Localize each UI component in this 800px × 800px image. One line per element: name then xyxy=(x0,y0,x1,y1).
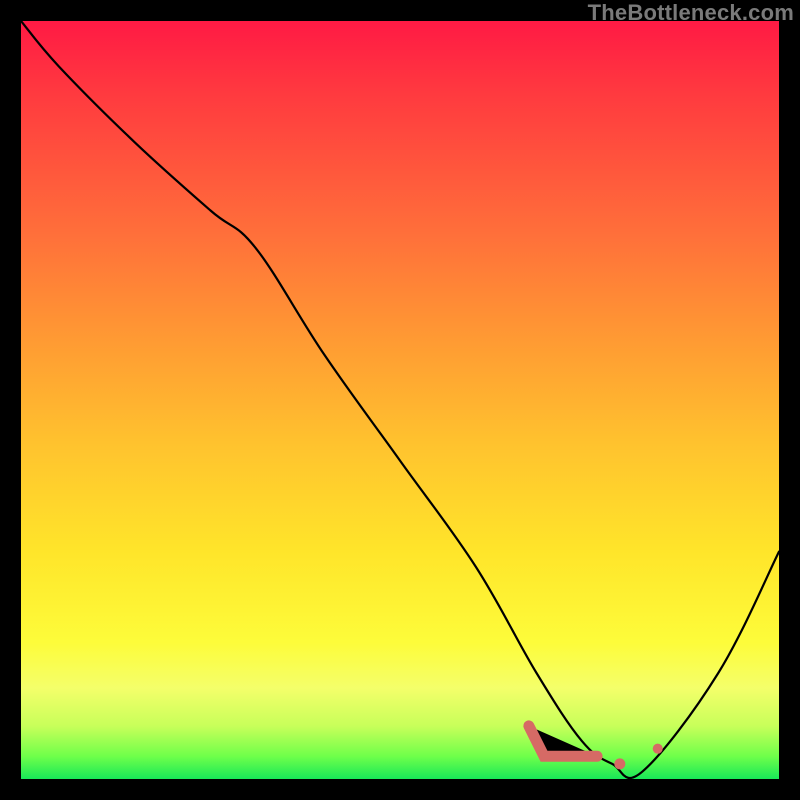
watermark-text: TheBottleneck.com xyxy=(588,0,794,26)
valley-markers xyxy=(529,726,663,769)
valley-dot-2 xyxy=(653,744,663,754)
chart-area xyxy=(21,21,779,779)
valley-dot-1 xyxy=(614,758,625,769)
bottleneck-curve xyxy=(21,21,779,778)
valley-dash-segment xyxy=(529,726,597,756)
chart-svg xyxy=(21,21,779,779)
